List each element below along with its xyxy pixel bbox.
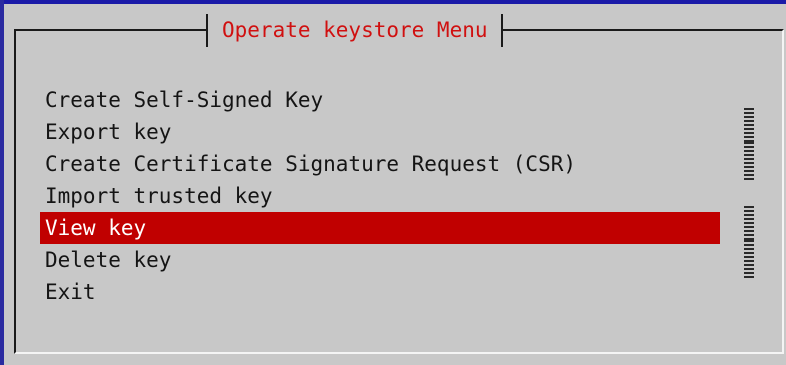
menu-item-export-key[interactable]: Export key bbox=[40, 116, 720, 148]
menu-list: Create Self-Signed Key Export key Create… bbox=[40, 84, 720, 308]
scroll-indicator-icon bbox=[744, 206, 754, 244]
menu-item-exit[interactable]: Exit bbox=[40, 276, 720, 308]
menu-item-create-self-signed-key[interactable]: Create Self-Signed Key bbox=[40, 84, 720, 116]
dialog-title: Operate keystore Menu bbox=[206, 14, 503, 47]
scroll-indicator-icon bbox=[744, 108, 754, 146]
menu-item-view-key[interactable]: View key bbox=[40, 212, 720, 244]
menu-item-create-csr[interactable]: Create Certificate Signature Request (CS… bbox=[40, 148, 720, 180]
menu-item-delete-key[interactable]: Delete key bbox=[40, 244, 720, 276]
keystore-menu-dialog: Operate keystore Menu Create Self-Signed… bbox=[4, 4, 786, 365]
scroll-indicator-icon bbox=[744, 142, 754, 180]
scroll-indicator-icon bbox=[744, 240, 754, 278]
menu-item-import-trusted-key[interactable]: Import trusted key bbox=[40, 180, 720, 212]
